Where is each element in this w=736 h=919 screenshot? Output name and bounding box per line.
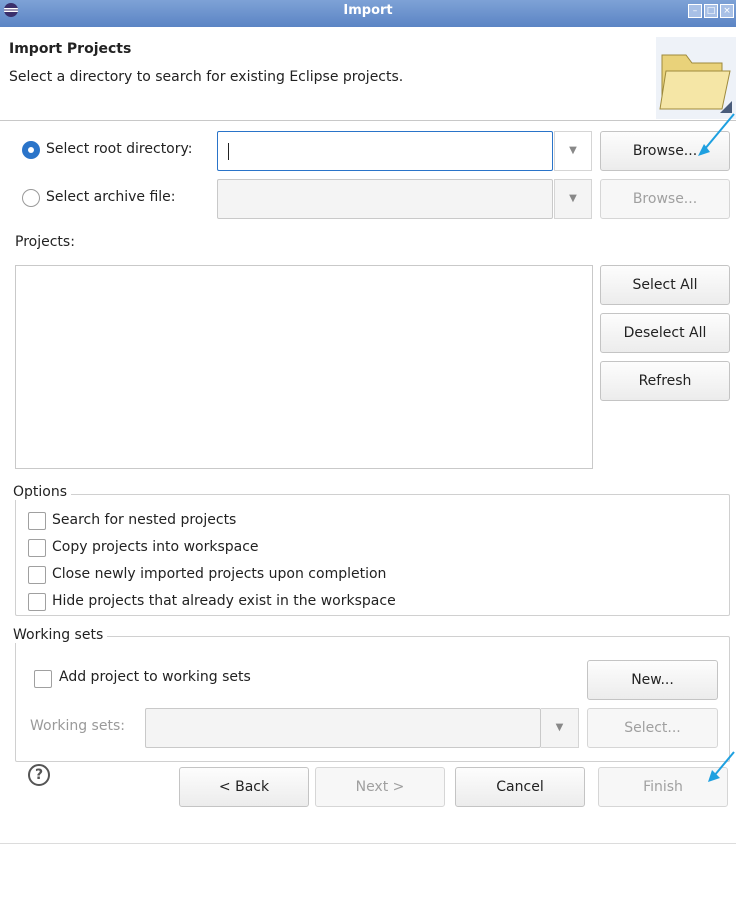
working-sets-dropdown-icon[interactable]: ▼: [541, 708, 579, 748]
close-icon[interactable]: ×: [720, 4, 734, 18]
select-working-set-button[interactable]: Select...: [587, 708, 718, 748]
text-cursor: [228, 143, 229, 160]
archive-browse-button[interactable]: Browse...: [600, 179, 730, 219]
archive-file-radio[interactable]: [22, 189, 40, 207]
folder-icon: [656, 37, 736, 119]
select-all-button[interactable]: Select All: [600, 265, 730, 305]
title-bar: Import – □ ×: [0, 0, 736, 27]
annotation-arrow-icon: [708, 751, 735, 782]
archive-file-label: Select archive file:: [46, 189, 176, 205]
copy-projects-checkbox[interactable]: [28, 539, 46, 557]
footer-separator: [0, 843, 736, 844]
root-directory-radio[interactable]: [22, 141, 40, 159]
wizard-header: Import Projects Select a directory to se…: [0, 27, 736, 120]
new-working-set-button[interactable]: New...: [587, 660, 718, 700]
search-nested-label: Search for nested projects: [52, 512, 237, 528]
archive-file-dropdown-icon[interactable]: ▼: [554, 179, 592, 219]
next-button[interactable]: Next >: [315, 767, 445, 807]
root-directory-label: Select root directory:: [46, 141, 193, 157]
projects-label: Projects:: [15, 234, 75, 250]
copy-projects-label: Copy projects into workspace: [52, 539, 259, 555]
page-title: Import Projects: [9, 41, 132, 57]
help-icon[interactable]: ?: [28, 764, 50, 786]
header-separator: [0, 120, 736, 121]
refresh-button[interactable]: Refresh: [600, 361, 730, 401]
working-sets-title: Working sets: [13, 627, 108, 643]
cancel-button[interactable]: Cancel: [455, 767, 585, 807]
window-controls: – □ ×: [688, 4, 734, 18]
minimize-icon[interactable]: –: [688, 4, 702, 18]
deselect-all-button[interactable]: Deselect All: [600, 313, 730, 353]
close-imported-label: Close newly imported projects upon compl…: [52, 566, 387, 582]
add-to-working-sets-checkbox[interactable]: [34, 670, 52, 688]
close-imported-checkbox[interactable]: [28, 566, 46, 584]
projects-list[interactable]: [15, 265, 593, 469]
working-sets-label: Working sets:: [30, 718, 125, 734]
add-to-working-sets-label: Add project to working sets: [59, 669, 251, 685]
root-directory-dropdown-icon[interactable]: ▼: [554, 131, 592, 171]
annotation-arrow-icon: [698, 113, 735, 156]
hide-existing-checkbox[interactable]: [28, 593, 46, 611]
hide-existing-label: Hide projects that already exist in the …: [52, 593, 396, 609]
back-button[interactable]: < Back: [179, 767, 309, 807]
search-nested-checkbox[interactable]: [28, 512, 46, 530]
options-title: Options: [13, 484, 72, 500]
root-directory-input[interactable]: [217, 131, 553, 171]
window-title: Import: [343, 3, 393, 18]
page-description: Select a directory to search for existin…: [9, 69, 404, 85]
working-sets-input[interactable]: [145, 708, 541, 748]
archive-file-input[interactable]: [217, 179, 553, 219]
maximize-icon[interactable]: □: [704, 4, 718, 18]
